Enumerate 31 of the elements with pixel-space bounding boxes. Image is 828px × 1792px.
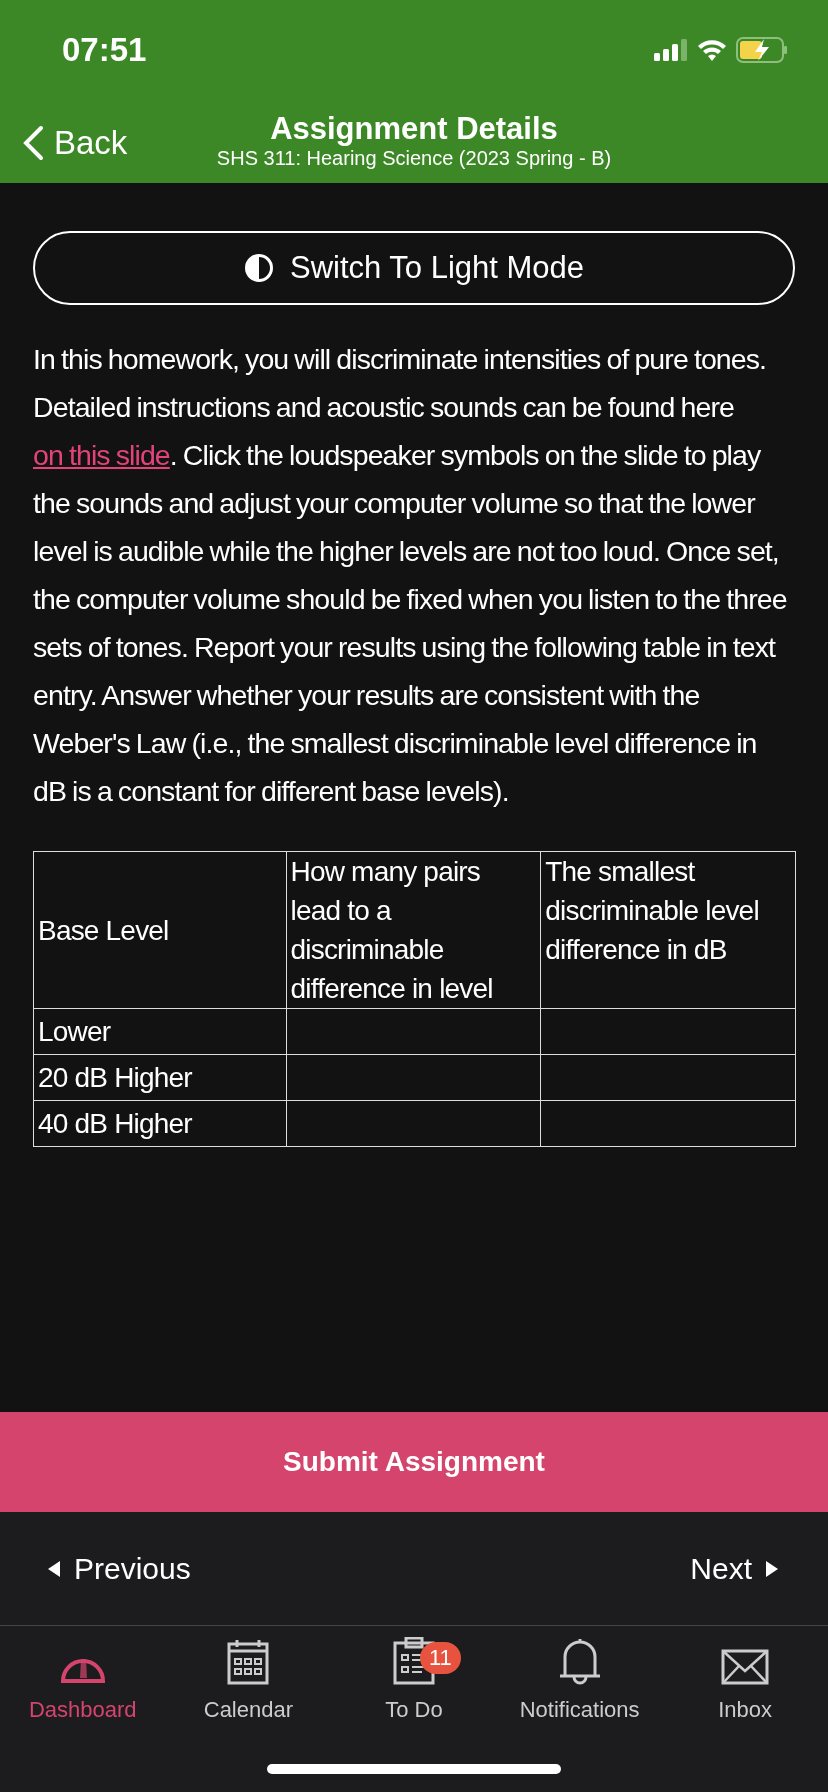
tab-bar-item[interactable]: To Do 11: [331, 1636, 497, 1726]
tab-bar-item[interactable]: Inbox: [662, 1636, 828, 1726]
slide-link[interactable]: on this slide: [33, 439, 170, 471]
assignment-description: In this homework, you will discriminate intensities of pure tones. Detailed instructions and acoustic sounds can be found here on this slide. Click the loudspeaker symbols on the slide to play the sounds and adjust your computer volume so that the lower level is audible while the higher levels are not too loud. Once set, the computer volume should be fixed when you listen to the three sets of tones. Report your results using the following table in text entry. Answer whether your results are consistent with the Weber's Law (i.e., the smallest discriminable level difference in dB is a constant for different base levels).: [33, 342, 788, 809]
course-subtitle: SHS 311: Hearing Science (2023 Spring - B): [216, 146, 612, 171]
status-time: 07:51: [62, 30, 147, 71]
column-header: Base Level: [33, 851, 286, 1009]
previous-button[interactable]: Previous: [48, 1546, 191, 1591]
page-title: Assignment Details: [270, 110, 558, 147]
count-badge: 11: [420, 1642, 461, 1674]
tab-bar-item[interactable]: Dashboard: [0, 1636, 166, 1726]
wifi-icon: [696, 38, 728, 62]
contrast-icon: [243, 253, 274, 283]
table-cell: 20 dB Higher: [33, 1054, 286, 1101]
table-cell: 40 dB Higher: [33, 1100, 286, 1147]
mail-icon: [721, 1649, 770, 1685]
next-button[interactable]: Next: [690, 1546, 778, 1591]
column-header: How many pairs lead to a discriminable difference in level: [286, 851, 541, 1009]
triangle-left-icon: [48, 1560, 60, 1577]
back-button[interactable]: Back: [22, 118, 128, 168]
battery-charging-icon: [736, 37, 788, 63]
signal-icon: [654, 39, 688, 61]
tab-bar-item[interactable]: Notifications: [496, 1636, 663, 1726]
submit-assignment-button[interactable]: Submit Assignment: [0, 1412, 828, 1512]
calendar-icon: [227, 1639, 270, 1685]
theme-toggle-button[interactable]: Switch To Light Mode: [33, 231, 795, 305]
triangle-right-icon: [766, 1560, 778, 1577]
table-cell: Lower: [33, 1008, 286, 1055]
chevron-left-icon: [22, 124, 44, 161]
column-header: The smallest discriminable level difference in dB: [540, 851, 796, 1009]
tab-bar-item[interactable]: Calendar: [165, 1636, 332, 1726]
